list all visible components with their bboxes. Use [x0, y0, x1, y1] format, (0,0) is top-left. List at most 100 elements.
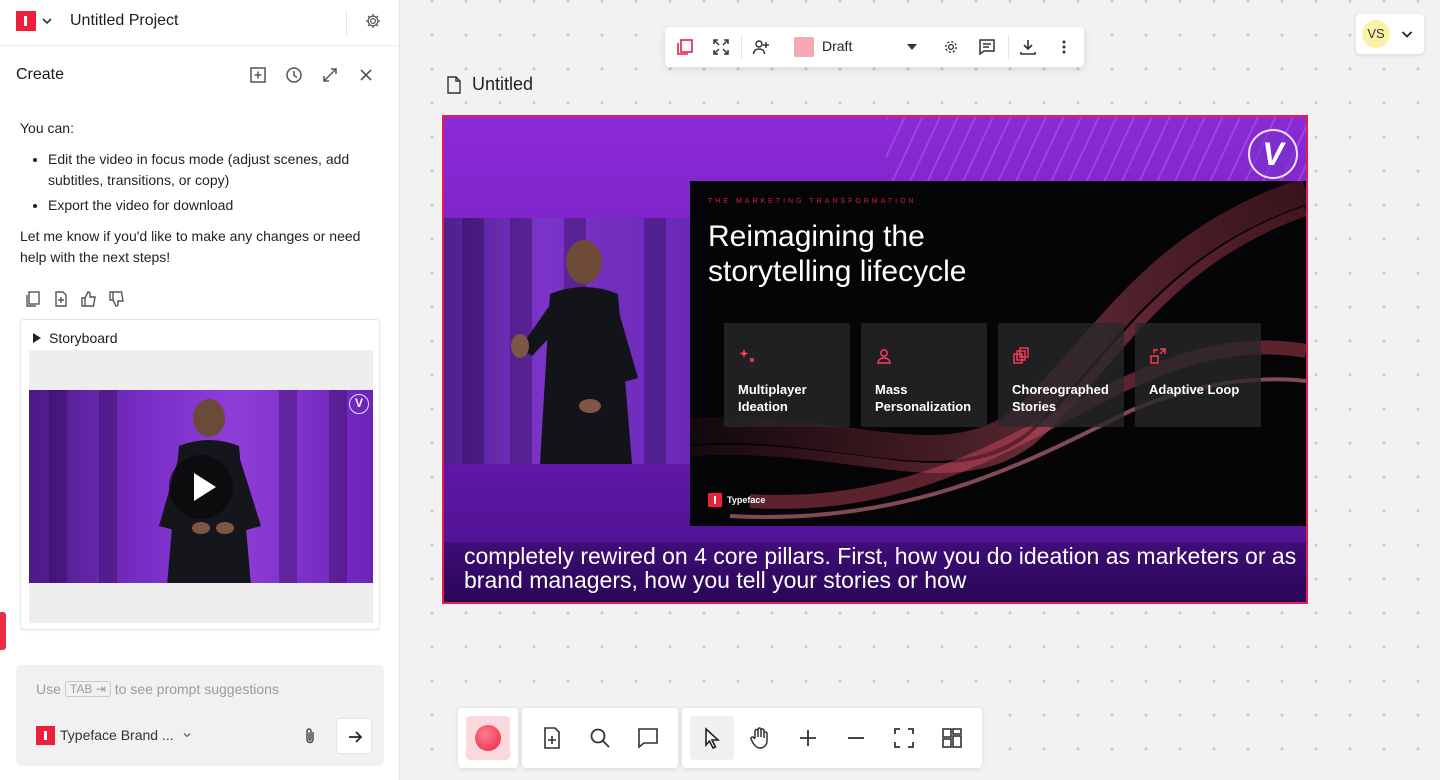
document-title[interactable]: Untitled: [472, 74, 533, 95]
history-icon[interactable]: [285, 66, 303, 84]
play-icon[interactable]: [169, 455, 233, 519]
prompt-box[interactable]: Use TAB ⇥ to see prompt suggestions Type…: [16, 665, 384, 766]
gear-icon[interactable]: [364, 12, 382, 30]
add-page-icon: [544, 727, 560, 749]
avatar: VS: [1362, 20, 1390, 48]
message-intro: You can:: [20, 120, 74, 136]
add-to-canvas-icon[interactable]: [52, 290, 70, 308]
chevron-down-icon: [1401, 31, 1413, 38]
minus-icon: [848, 737, 864, 739]
comment-icon[interactable]: [978, 38, 996, 56]
project-title[interactable]: Untitled Project: [70, 12, 179, 30]
focus-mode-icon[interactable]: [712, 38, 730, 56]
select-tool-button[interactable]: [690, 716, 734, 760]
toolbar-separator: [1008, 35, 1009, 59]
chevron-down-icon[interactable]: [40, 14, 54, 28]
download-icon[interactable]: [1019, 38, 1037, 56]
new-chat-icon[interactable]: [249, 66, 267, 84]
message-actions: [24, 290, 126, 308]
hand-icon: [750, 727, 768, 749]
sparkle-icon: [739, 349, 755, 363]
grid-icon: [942, 728, 962, 748]
pillar-label: Adaptive Loop: [1149, 382, 1240, 397]
cursor-icon: [705, 727, 721, 750]
pan-tool-button[interactable]: [738, 716, 782, 760]
attach-icon[interactable]: [302, 727, 318, 745]
message-bullet: Export the video for download: [48, 195, 370, 216]
zoom-in-button[interactable]: [786, 716, 830, 760]
insert-group: [522, 708, 678, 768]
brand-logo: [36, 726, 55, 745]
thumbs-down-icon[interactable]: [108, 290, 126, 308]
top-toolbar: Draft: [665, 27, 1084, 67]
fit-screen-icon: [894, 728, 914, 748]
side-tab[interactable]: [0, 612, 6, 650]
left-panel: Untitled Project Create You can: Edit th…: [0, 0, 400, 780]
more-vertical-icon[interactable]: [1055, 38, 1073, 56]
pillar-label: Multiplayer Ideation: [738, 382, 807, 414]
prompt-input[interactable]: Use TAB ⇥ to see prompt suggestions: [36, 681, 279, 697]
grid-view-button[interactable]: [930, 716, 974, 760]
pillar-card: Mass Personalization: [861, 323, 987, 427]
caret-down-icon[interactable]: [907, 44, 917, 50]
copy-icon[interactable]: [24, 290, 42, 308]
typeface-logo: [708, 493, 722, 507]
channel-logo: V: [1248, 129, 1298, 179]
add-page-button[interactable]: [530, 716, 574, 760]
storyboard-frame: V: [29, 350, 373, 623]
typeface-logo[interactable]: [16, 11, 36, 31]
message-outro: Let me know if you'd like to make any ch…: [20, 228, 361, 265]
user-menu[interactable]: VS: [1356, 14, 1424, 54]
brand-selector[interactable]: Typeface Brand ...: [60, 727, 174, 743]
expand-triangle-icon: [33, 333, 41, 343]
storyboard-label: Storyboard: [49, 330, 118, 346]
status-dropdown[interactable]: Draft: [822, 38, 852, 54]
document-icon: [447, 75, 461, 94]
slide-kicker: THE MARKETING TRANSFORMATION: [708, 198, 917, 205]
chevron-down-icon[interactable]: [182, 730, 192, 740]
pillar-card: Choreographed Stories: [998, 323, 1124, 427]
close-icon[interactable]: [357, 66, 375, 84]
pillar-label: Mass Personalization: [875, 382, 972, 414]
zoom-out-button[interactable]: [834, 716, 878, 760]
send-button[interactable]: [336, 718, 372, 754]
presentation-slide: THE MARKETING TRANSFORMATION Reimagining…: [690, 181, 1306, 526]
storyboard-toggle[interactable]: Storyboard: [33, 330, 117, 346]
expand-icon[interactable]: [321, 66, 339, 84]
comment-icon: [638, 728, 658, 749]
navigation-group: [682, 708, 982, 768]
divider: [346, 10, 347, 36]
placeholder-suffix: to see prompt suggestions: [114, 681, 279, 697]
fit-to-screen-button[interactable]: [882, 716, 926, 760]
person-icon: [877, 349, 891, 364]
assistant-message: You can: Edit the video in focus mode (a…: [20, 118, 370, 268]
record-button[interactable]: [466, 716, 510, 760]
storyboard-card[interactable]: Storyboard V: [20, 319, 380, 630]
status-color-swatch: [794, 37, 814, 57]
comment-button[interactable]: [626, 716, 670, 760]
share-user-icon[interactable]: [752, 38, 770, 56]
duplicate-icon[interactable]: [676, 38, 694, 56]
thumbs-up-icon[interactable]: [80, 290, 98, 308]
pillar-label: Choreographed Stories: [1012, 382, 1109, 414]
record-group: [458, 708, 518, 768]
search-button[interactable]: [578, 716, 622, 760]
subtitle-bar: completely rewired on 4 core pillars. Fi…: [444, 542, 1306, 602]
slide-brand-label: Typeface: [727, 495, 766, 505]
loop-icon: [1150, 348, 1166, 364]
record-icon: [475, 725, 501, 751]
project-bar: Untitled Project: [0, 0, 400, 46]
gear-icon[interactable]: [942, 38, 960, 56]
arrow-right-icon: [349, 731, 363, 743]
pillar-card: Multiplayer Ideation: [724, 323, 850, 427]
tab-key-hint: TAB ⇥: [64, 681, 111, 697]
video-frame[interactable]: THE MARKETING TRANSFORMATION Reimagining…: [442, 115, 1308, 604]
message-bullet: Edit the video in focus mode (adjust sce…: [48, 149, 370, 191]
speaker-figure: [511, 240, 638, 464]
slide-brand: Typeface: [708, 493, 765, 507]
search-icon: [590, 728, 610, 748]
frame-stripes: [886, 117, 1306, 183]
video-thumbnail[interactable]: V: [29, 390, 373, 583]
plus-icon: [800, 730, 816, 746]
pillar-card: Adaptive Loop: [1135, 323, 1261, 427]
